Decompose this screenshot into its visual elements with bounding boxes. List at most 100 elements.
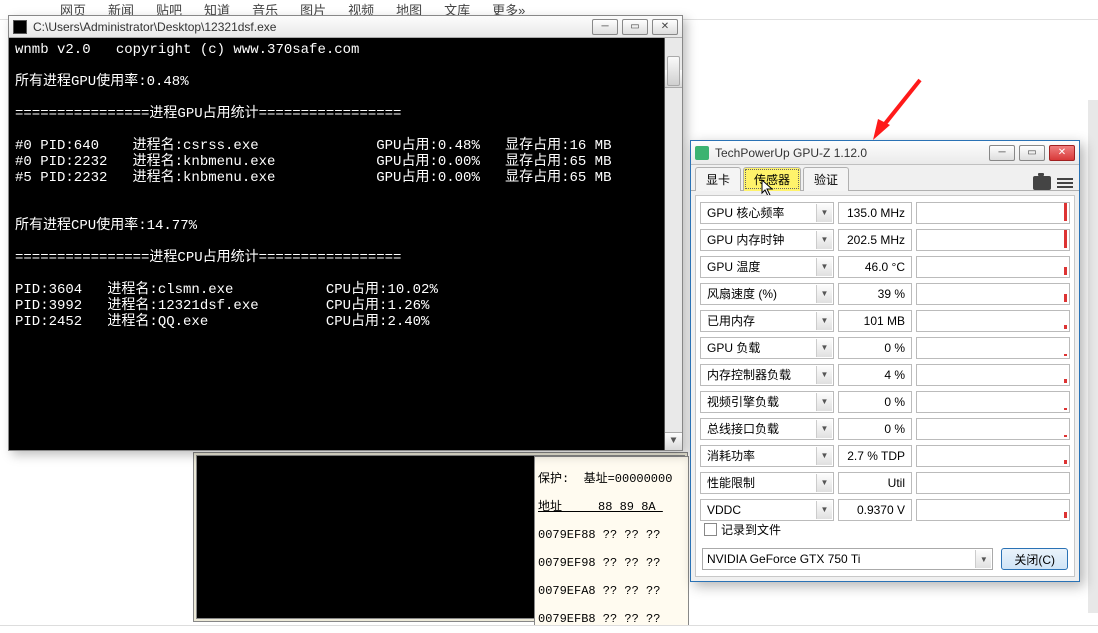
minimize-button[interactable]: ─: [592, 19, 618, 35]
sensor-graph: [916, 499, 1070, 521]
sensor-row: GPU 内存时钟▼202.5 MHz: [700, 227, 1070, 252]
gpuz-titlebar[interactable]: TechPowerUp GPU-Z 1.12.0 ─ ▭ ✕: [691, 141, 1079, 165]
close-dialog-button[interactable]: 关闭(C): [1001, 548, 1068, 570]
sensor-name: 消耗功率: [707, 447, 755, 464]
sensor-name-dropdown[interactable]: 性能限制 ▼: [700, 472, 834, 494]
sensor-name-dropdown[interactable]: VDDC ▼: [700, 499, 834, 521]
sensor-graph: [916, 337, 1070, 359]
sensor-name-dropdown[interactable]: 内存控制器负载 ▼: [700, 364, 834, 386]
sensor-row: 视频引擎负载 ▼ 0 %: [700, 389, 1070, 414]
sensor-row: VDDC ▼ 0.9370 V: [700, 497, 1070, 522]
chevron-down-icon: ▼: [816, 258, 832, 276]
sensor-graph: [916, 310, 1070, 332]
scroll-down-icon[interactable]: ▼: [665, 432, 682, 450]
sensor-name: 性能限制: [707, 474, 755, 491]
sensor-name-dropdown[interactable]: GPU 内存时钟▼: [700, 229, 834, 251]
sensor-name: 总线接口负载: [707, 420, 779, 437]
chevron-down-icon: ▼: [816, 339, 832, 357]
tab-validation[interactable]: 验证: [803, 167, 849, 191]
sensor-row: 性能限制 ▼ Util: [700, 470, 1070, 495]
sensor-name-dropdown[interactable]: 总线接口负载 ▼: [700, 418, 834, 440]
screenshot-icon[interactable]: [1033, 176, 1051, 190]
chevron-down-icon: ▼: [816, 501, 832, 519]
sensor-value: 101 MB: [838, 310, 912, 332]
chevron-down-icon: ▼: [816, 285, 832, 303]
gpu-selected-text: NVIDIA GeForce GTX 750 Ti: [707, 552, 860, 566]
sensor-name-dropdown[interactable]: 已用内存 ▼: [700, 310, 834, 332]
sensor-row: 已用内存 ▼ 101 MB: [700, 308, 1070, 333]
console-app-icon: [13, 20, 27, 34]
sensor-value: 202.5 MHz: [838, 229, 912, 251]
sensor-graph: [916, 391, 1070, 413]
minimize-button[interactable]: ─: [989, 145, 1015, 161]
sensor-name-dropdown[interactable]: 视频引擎负载 ▼: [700, 391, 834, 413]
sensor-name-dropdown[interactable]: GPU 负载 ▼: [700, 337, 834, 359]
tab-sensors[interactable]: 传感器: [743, 167, 801, 191]
page-scrollbar[interactable]: [1088, 100, 1098, 613]
gpuz-title: TechPowerUp GPU-Z 1.12.0: [715, 146, 983, 160]
gpuz-window: TechPowerUp GPU-Z 1.12.0 ─ ▭ ✕ 显卡 传感器 验证…: [690, 140, 1080, 582]
mem-header1: 保护: 基址=00000000: [538, 472, 685, 486]
console-window: C:\Users\Administrator\Desktop\12321dsf.…: [8, 15, 683, 451]
debugger-memory-pane: 保护: 基址=00000000 地址 88 89 8A 0079EF88 ?? …: [534, 456, 689, 628]
sensor-name: 内存控制器负载: [707, 366, 791, 383]
sensor-row: GPU 核心频率▼135.0 MHz: [700, 200, 1070, 225]
sensor-graph: [916, 472, 1070, 494]
chevron-down-icon: ▼: [816, 312, 832, 330]
sensor-value: 0 %: [838, 418, 912, 440]
chevron-down-icon: ▼: [975, 550, 991, 568]
maximize-button[interactable]: ▭: [622, 19, 648, 35]
sensor-row: 风扇速度 (%) ▼ 39 %: [700, 281, 1070, 306]
sensor-value: 4 %: [838, 364, 912, 386]
mem-row: 0079EFA8 ?? ?? ??: [538, 584, 685, 598]
chevron-down-icon: ▼: [816, 474, 832, 492]
sensor-panel: GPU 核心频率▼135.0 MHzGPU 内存时钟▼202.5 MHzGPU …: [695, 195, 1075, 577]
sensor-graph: [916, 445, 1070, 467]
mem-header2: 地址 88 89 8A: [538, 500, 685, 514]
gpuz-app-icon: [695, 146, 709, 160]
sensor-value: 135.0 MHz: [838, 202, 912, 224]
sensor-name: 风扇速度 (%): [707, 285, 777, 302]
mem-row: 0079EFB8 ?? ?? ??: [538, 612, 685, 626]
sensor-value: 0 %: [838, 391, 912, 413]
sensor-name: 已用内存: [707, 312, 755, 329]
chevron-down-icon: ▼: [816, 231, 832, 249]
scroll-thumb[interactable]: [667, 56, 680, 86]
annotation-arrow-icon: [870, 75, 930, 145]
chevron-down-icon: ▼: [816, 393, 832, 411]
sensor-name-dropdown[interactable]: 风扇速度 (%) ▼: [700, 283, 834, 305]
sensor-name-dropdown[interactable]: GPU 温度▼: [700, 256, 834, 278]
chevron-down-icon: ▼: [816, 366, 832, 384]
sensor-graph: [916, 229, 1070, 251]
close-button[interactable]: ✕: [1049, 145, 1075, 161]
console-output: wnmb v2.0 copyright (c) www.370safe.com …: [9, 38, 682, 450]
sensor-row: GPU 温度▼46.0 °C: [700, 254, 1070, 279]
log-to-file-row: 记录到文件: [704, 521, 781, 538]
sensor-value: 39 %: [838, 283, 912, 305]
mem-row: 0079EF98 ?? ?? ??: [538, 556, 685, 570]
sensor-name-dropdown[interactable]: 消耗功率▼: [700, 445, 834, 467]
sensor-value: 0.9370 V: [838, 499, 912, 521]
sensor-name-dropdown[interactable]: GPU 核心频率▼: [700, 202, 834, 224]
sensor-graph: [916, 364, 1070, 386]
menu-icon[interactable]: [1057, 178, 1073, 188]
gpuz-tabstrip: 显卡 传感器 验证: [691, 165, 1079, 191]
sensor-name: GPU 负载: [707, 339, 760, 356]
console-titlebar[interactable]: C:\Users\Administrator\Desktop\12321dsf.…: [9, 16, 682, 38]
sensor-row: 内存控制器负载 ▼ 4 %: [700, 362, 1070, 387]
close-button[interactable]: ✕: [652, 19, 678, 35]
sensor-graph: [916, 418, 1070, 440]
tab-graphics-card[interactable]: 显卡: [695, 167, 741, 191]
chevron-down-icon: ▼: [816, 420, 832, 438]
sensor-row: 消耗功率▼2.7 % TDP: [700, 443, 1070, 468]
sensor-name: GPU 核心频率: [707, 204, 784, 221]
gpu-selector[interactable]: NVIDIA GeForce GTX 750 Ti ▼: [702, 548, 993, 570]
sensor-value: Util: [838, 472, 912, 494]
log-checkbox[interactable]: [704, 523, 717, 536]
log-label: 记录到文件: [721, 521, 781, 538]
sensor-name: 视频引擎负载: [707, 393, 779, 410]
sensor-graph: [916, 283, 1070, 305]
maximize-button[interactable]: ▭: [1019, 145, 1045, 161]
sensor-name: VDDC: [707, 503, 741, 517]
console-scrollbar[interactable]: ▲ ▼: [664, 38, 682, 450]
